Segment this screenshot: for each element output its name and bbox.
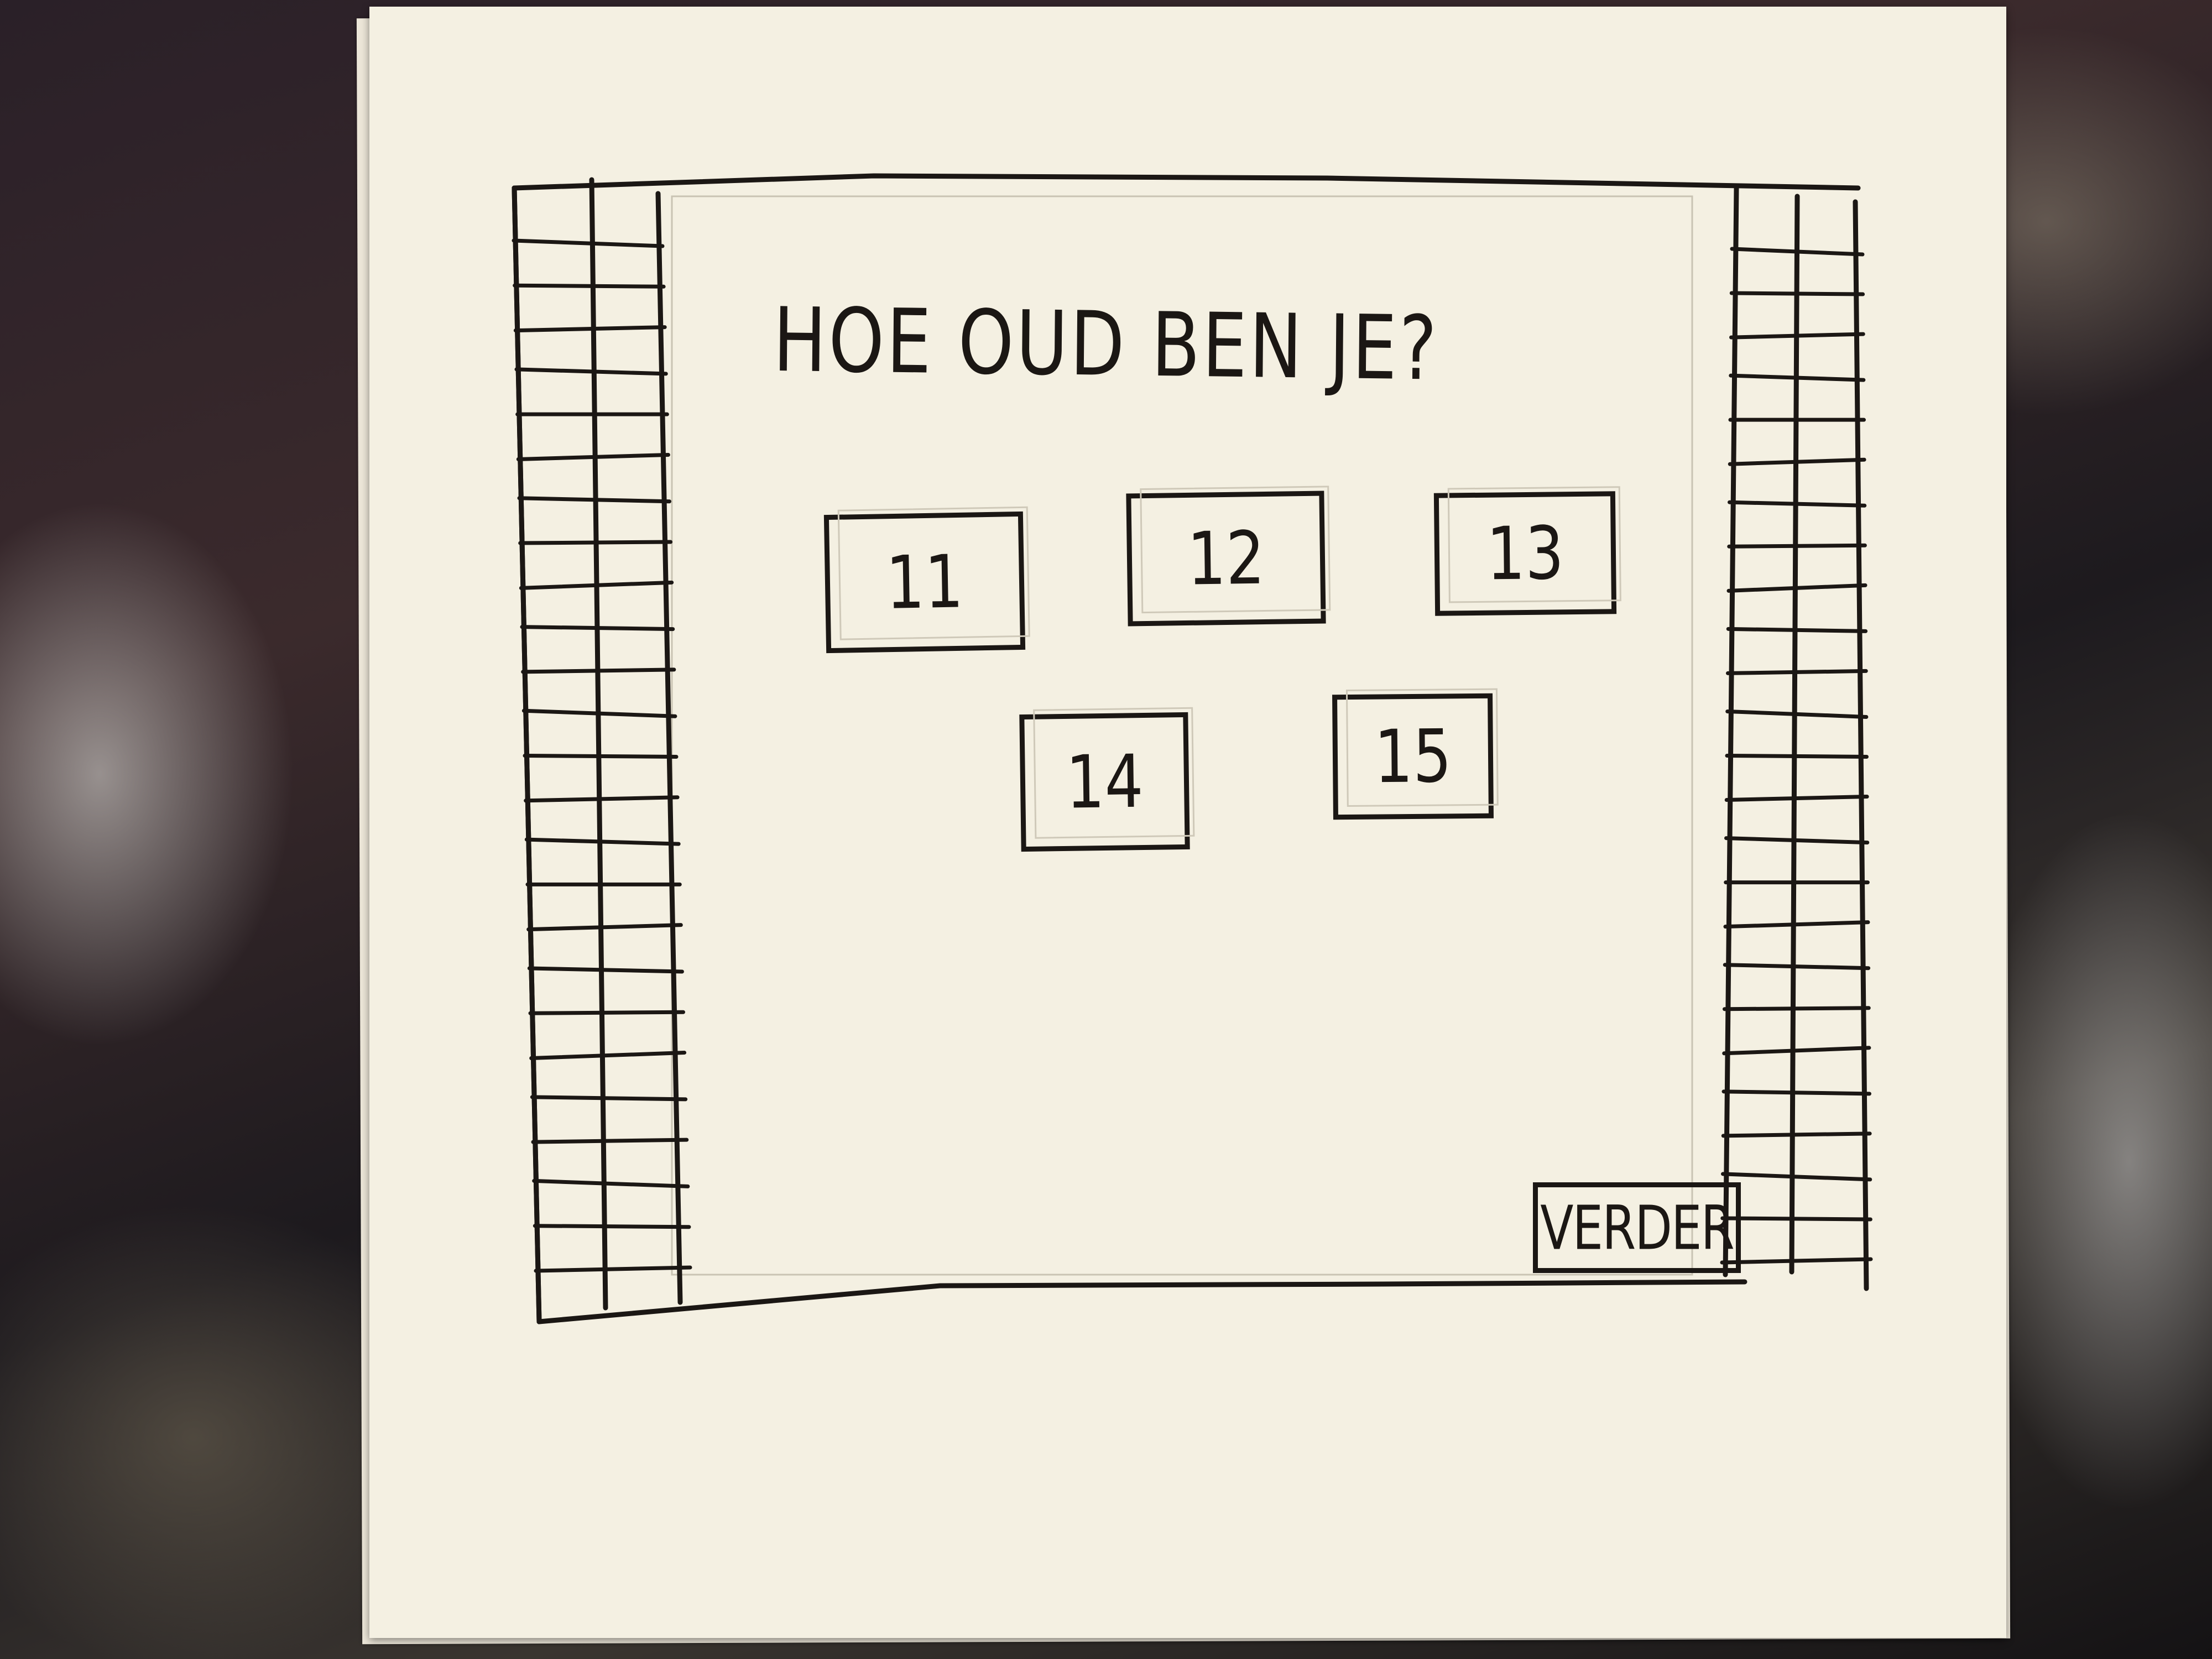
left-grid-row: [530, 1095, 688, 1102]
right-grid-row: [1730, 247, 1865, 257]
right-grid-row: [1720, 1216, 1872, 1222]
left-grid-row: [529, 1051, 687, 1061]
right-grid-row: [1727, 543, 1867, 549]
right-grid-row: [1721, 1172, 1872, 1182]
age-option-label: 14: [1065, 739, 1144, 825]
age-option-label: 15: [1374, 713, 1452, 800]
right-grid-row: [1721, 1131, 1872, 1138]
left-grid-row: [534, 1265, 692, 1273]
age-option-14[interactable]: 14: [1019, 712, 1190, 852]
left-grid-row: [524, 795, 680, 803]
age-option-12[interactable]: 12: [1126, 491, 1326, 627]
right-grid-row: [1722, 1046, 1871, 1056]
right-grid-row: [1723, 963, 1871, 971]
right-grid-panel: [1720, 185, 1873, 1291]
right-grid-row: [1729, 332, 1865, 340]
right-grid-row: [1726, 583, 1867, 593]
age-option-15[interactable]: 15: [1332, 693, 1494, 820]
left-grid-row: [528, 1010, 685, 1015]
age-option-label: 13: [1486, 510, 1564, 597]
left-grid-row: [524, 837, 681, 846]
left-grid-row: [518, 540, 673, 545]
left-grid-row: [516, 452, 670, 461]
left-grid-row: [521, 708, 677, 718]
left-grid-row: [520, 625, 675, 632]
left-grid-row: [512, 238, 665, 248]
right-grid-row: [1729, 373, 1866, 382]
right-grid-row: [1724, 795, 1869, 802]
age-option-label: 12: [1186, 515, 1266, 602]
right-grid-row: [1720, 1257, 1873, 1265]
left-grid-row: [526, 923, 683, 932]
age-option-label: 11: [885, 539, 964, 626]
left-grid-row: [521, 667, 676, 674]
right-grid-row: [1725, 709, 1869, 719]
next-button-label: VERDER: [1540, 1192, 1734, 1264]
age-option-13[interactable]: 13: [1433, 491, 1617, 616]
right-grid-row: [1729, 291, 1865, 296]
right-grid-row: [1728, 457, 1866, 466]
right-grid-row: [1728, 500, 1867, 508]
right-grid-row: [1726, 627, 1868, 633]
left-grid-row: [532, 1178, 690, 1188]
right-grid-row: [1726, 669, 1868, 675]
next-button[interactable]: VERDER: [1533, 1182, 1741, 1273]
right-grid-row: [1721, 1089, 1871, 1096]
right-grid-row: [1723, 920, 1870, 929]
right-grid-row: [1723, 1006, 1871, 1011]
age-option-11[interactable]: 11: [823, 511, 1026, 654]
left-grid-row: [531, 1138, 689, 1144]
left-grid-row: [523, 754, 679, 759]
right-grid-row: [1724, 836, 1870, 845]
left-grid-row: [527, 966, 684, 974]
left-grid-row: [513, 283, 666, 289]
question-title: HOE OUD BEN JE?: [773, 289, 1439, 401]
right-grid-row: [1725, 754, 1869, 759]
left-grid-row: [533, 1224, 691, 1229]
left-grid-row: [517, 496, 671, 504]
left-grid-row: [519, 580, 674, 590]
